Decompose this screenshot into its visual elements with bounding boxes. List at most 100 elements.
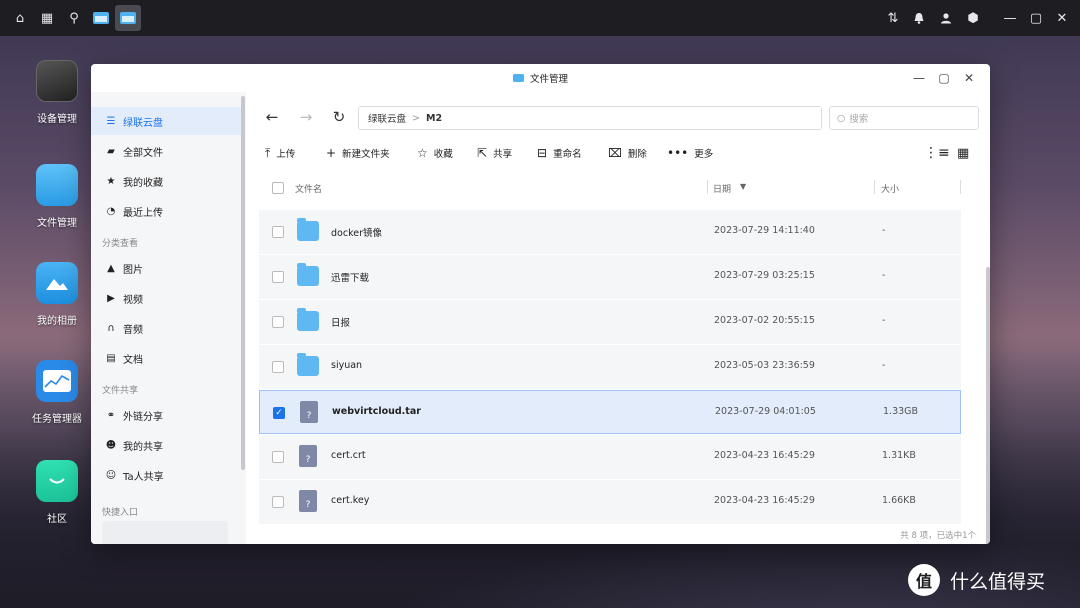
table-row[interactable]: 日报 2023-07-02 20:55:15 -	[259, 300, 961, 344]
sidebar-item-images[interactable]: ▲ 图片	[91, 254, 241, 282]
folder-icon: ▰	[107, 145, 115, 157]
table-row[interactable]: docker镜像 2023-07-29 14:11:40 -	[259, 210, 961, 254]
sidebar-item-link-share[interactable]: ⚭ 外链分享	[91, 401, 241, 429]
close-icon[interactable]: ✕	[1050, 6, 1074, 30]
network-icon[interactable]: ⚲	[62, 6, 86, 30]
sidebar-item-documents[interactable]: ▤ 文档	[91, 344, 241, 372]
device-manager-icon	[36, 60, 78, 102]
upload-button[interactable]: ⤒ 上传	[265, 144, 295, 162]
sidebar-item-recent-upload[interactable]: ◔ 最近上传	[91, 197, 241, 225]
file-date: 2023-07-29 04:01:05	[715, 406, 816, 417]
status-text: 共 8 项，已选中1个	[900, 531, 976, 541]
unknown-file-icon: ?	[300, 401, 318, 423]
table-row[interactable]: ✓? webvirtcloud.tar 2023-07-29 04:01:05 1.3…	[259, 390, 961, 434]
sidebar-item-others-share[interactable]: ☺ Ta人共享	[91, 461, 241, 489]
table-row[interactable]: ? cert.key 2023-04-23 16:45:29 1.66KB	[259, 480, 961, 524]
favorite-button[interactable]: ☆ 收藏	[417, 144, 453, 162]
window-close-icon[interactable]: ✕	[961, 70, 977, 86]
sidebar-item-ugreen-drive[interactable]: ☰ 绿联云盘	[91, 107, 241, 135]
file-manager-active-taskbar-icon[interactable]	[115, 5, 141, 31]
plus-icon: +	[326, 146, 337, 160]
sidebar-item-favorites[interactable]: ★ 我的收藏	[91, 167, 241, 195]
sidebar-item-label: 视频	[123, 294, 143, 306]
rename-button[interactable]: ⊟ 重命名	[537, 144, 582, 162]
transfer-icon[interactable]: ⇅	[881, 6, 905, 30]
dock-label: 任务管理器	[32, 414, 82, 425]
upload-label: 上传	[276, 149, 296, 160]
file-size: -	[882, 270, 886, 281]
sidebar-item-label: Ta人共享	[123, 471, 164, 483]
maximize-icon[interactable]: ▢	[1024, 6, 1048, 30]
window-maximize-icon[interactable]: ▢	[936, 70, 952, 86]
sort-desc-icon[interactable]: ▼	[740, 182, 746, 191]
home-icon[interactable]: ⌂	[8, 6, 32, 30]
row-checkbox[interactable]	[272, 451, 284, 463]
file-name: 日报	[331, 318, 351, 329]
sidebar-item-label: 外链分享	[123, 411, 163, 423]
breadcrumb-current[interactable]: M2	[426, 113, 442, 124]
row-checkbox[interactable]	[272, 316, 284, 328]
window-minimize-icon[interactable]: —	[911, 70, 927, 86]
more-dots-icon: •••	[667, 146, 689, 160]
main-panel: ← → ↻ 绿联云盘 > M2 ○ 搜索 ⤒ 上传 + 新建文件夹 ☆ 收藏 ⇱ 共享 …	[247, 92, 990, 544]
back-arrow-icon[interactable]: ←	[262, 107, 282, 127]
favorite-label: 收藏	[433, 149, 453, 160]
row-checkbox[interactable]	[272, 496, 284, 508]
table-row[interactable]: 迅雷下载 2023-07-29 03:25:15 -	[259, 255, 961, 299]
user-icon[interactable]	[934, 6, 958, 30]
folder-icon	[297, 353, 319, 376]
file-date: 2023-04-23 16:45:29	[714, 495, 815, 506]
minimize-icon[interactable]: —	[998, 6, 1022, 30]
row-checkbox[interactable]	[272, 226, 284, 238]
column-header-size[interactable]: 大小	[881, 182, 899, 195]
dock-community[interactable]: 社区	[14, 460, 100, 525]
table-row[interactable]: siyuan 2023-05-03 23:36:59 -	[259, 345, 961, 389]
file-manager-icon	[36, 164, 78, 206]
select-all-checkbox[interactable]	[272, 182, 284, 194]
folder-icon	[297, 308, 319, 331]
share-button[interactable]: ⇱ 共享	[477, 144, 512, 162]
share-folder-icon: ⇱	[477, 146, 488, 160]
grid-view-icon[interactable]: ▦	[957, 144, 969, 162]
sidebar-item-all-files[interactable]: ▰ 全部文件	[91, 137, 241, 165]
users-icon: ☻	[105, 439, 117, 451]
sidebar-item-my-share[interactable]: ☻ 我的共享	[91, 431, 241, 459]
apps-grid-icon[interactable]: ▦	[35, 6, 59, 30]
dock-task-manager[interactable]: 任务管理器	[14, 360, 100, 425]
breadcrumb-root[interactable]: 绿联云盘	[368, 111, 406, 125]
delete-button[interactable]: ⌧ 删除	[608, 144, 647, 162]
file-manager-title-icon	[512, 74, 524, 82]
sidebar-scrollbar[interactable]	[241, 96, 245, 470]
sidebar-item-label: 我的共享	[123, 441, 163, 453]
dock-device-manager[interactable]: 设备管理	[14, 60, 100, 125]
sort-list-icon[interactable]: ⋮≡	[924, 144, 950, 162]
sidebar-item-label: 图片	[123, 264, 143, 276]
forward-arrow-icon[interactable]: →	[296, 107, 316, 127]
rename-label: 重命名	[553, 149, 582, 160]
sidebar-item-videos[interactable]: ▶ 视频	[91, 284, 241, 312]
file-size: 1.31KB	[882, 450, 916, 461]
dock-photo-album[interactable]: 我的相册	[14, 262, 100, 327]
file-date: 2023-07-29 03:25:15	[714, 270, 815, 281]
settings-icon[interactable]: ⬢	[961, 6, 985, 30]
window-titlebar[interactable]: 文件管理	[91, 64, 990, 92]
column-header-name[interactable]: 文件名	[295, 182, 322, 195]
file-date: 2023-05-03 23:36:59	[714, 360, 815, 371]
clock-icon: ◔	[106, 205, 116, 217]
more-button[interactable]: ••• 更多	[667, 144, 713, 162]
table-row[interactable]: ? cert.crt 2023-04-23 16:45:29 1.31KB	[259, 435, 961, 479]
file-manager-window: 文件管理 — ▢ ✕ ☰ 绿联云盘 ▰ 全部文件 ★ 我的收藏 ◔ 最近上传 分类查看 …	[91, 64, 990, 544]
refresh-icon[interactable]: ↻	[329, 107, 349, 127]
search-input[interactable]: ○ 搜索	[829, 106, 979, 130]
bell-icon[interactable]	[907, 6, 931, 30]
column-header-date[interactable]: 日期	[713, 182, 731, 195]
quick-access-box[interactable]	[102, 521, 228, 544]
dock-file-manager[interactable]: 文件管理	[14, 164, 100, 229]
row-checkbox[interactable]: ✓	[273, 407, 285, 419]
row-checkbox[interactable]	[272, 361, 284, 373]
file-list-scrollbar[interactable]	[986, 267, 990, 544]
row-checkbox[interactable]	[272, 271, 284, 283]
file-manager-taskbar-icon[interactable]	[89, 6, 113, 30]
new-folder-button[interactable]: + 新建文件夹	[326, 144, 390, 162]
sidebar-item-audio[interactable]: ∩ 音频	[91, 314, 241, 342]
